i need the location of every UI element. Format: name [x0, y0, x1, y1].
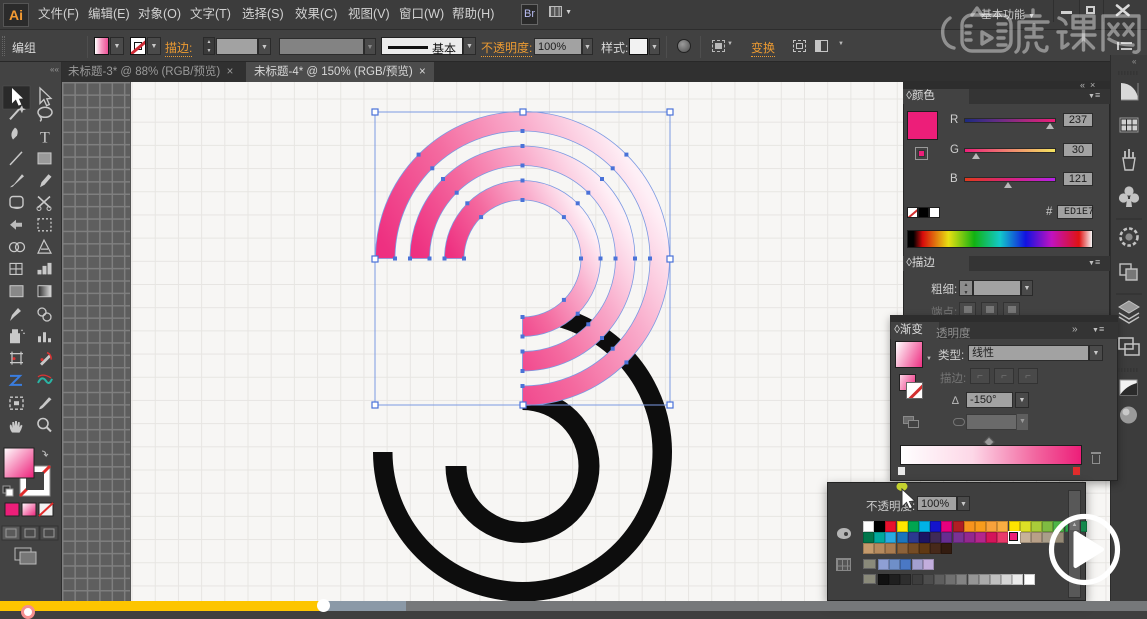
- svg-text:T: T: [40, 130, 50, 147]
- svg-text:««: ««: [50, 65, 59, 74]
- svg-text:«: «: [1132, 57, 1137, 66]
